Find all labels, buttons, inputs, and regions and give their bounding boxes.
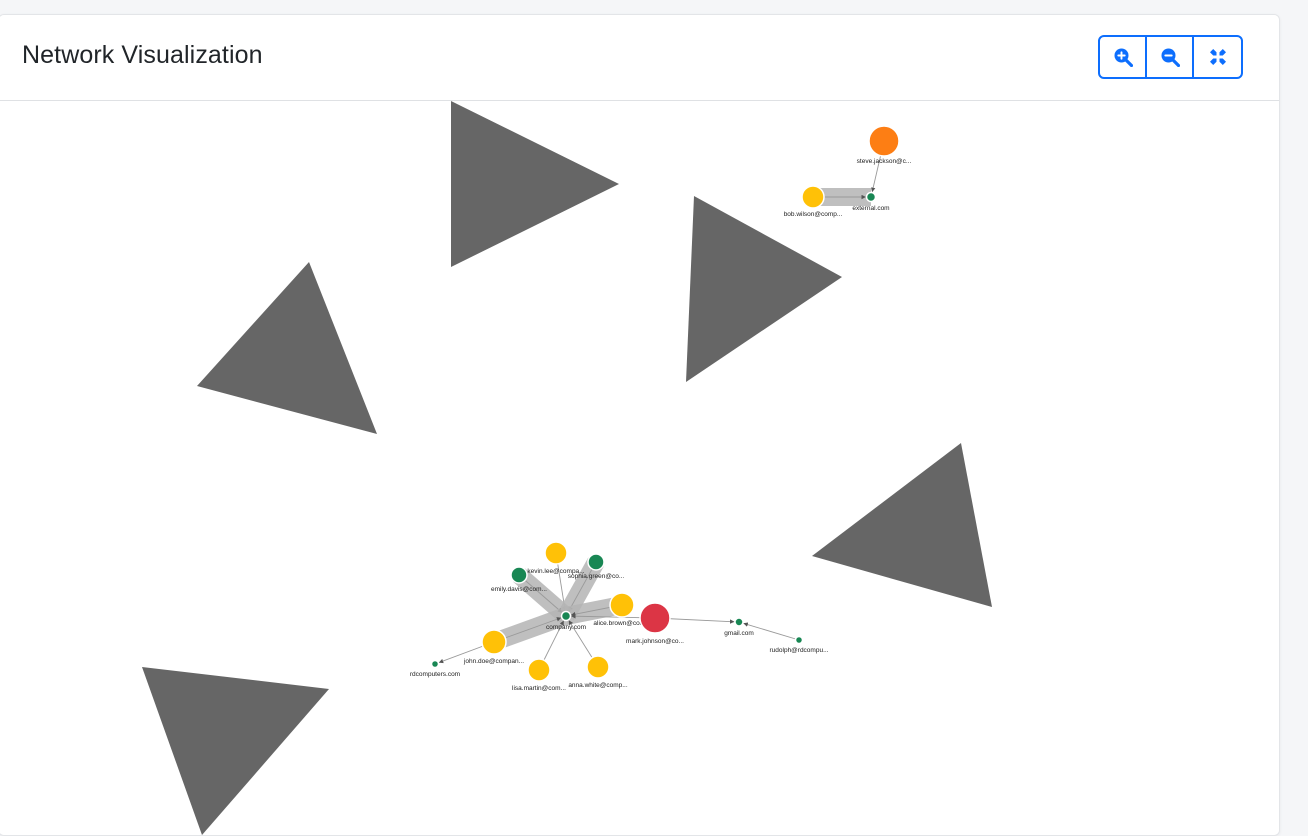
node-circle[interactable] bbox=[560, 610, 572, 622]
node-circle[interactable] bbox=[586, 655, 610, 679]
network-graph[interactable]: steve.jackson@c... bob.wilson@comp... exte… bbox=[0, 101, 1279, 835]
zoom-out-button[interactable] bbox=[1145, 35, 1194, 79]
graph-node-rudolph[interactable]: rudolph@rdcompu... bbox=[770, 635, 829, 655]
triangle-overlay-1 bbox=[451, 101, 619, 267]
node-circle[interactable] bbox=[868, 125, 900, 157]
node-label: rdcomputers.com bbox=[410, 671, 460, 678]
graph-node-kevin[interactable]: kevin.lee@compa... bbox=[527, 541, 585, 575]
node-circle[interactable] bbox=[639, 602, 671, 634]
zoom-controls bbox=[1098, 35, 1243, 79]
node-circle[interactable] bbox=[430, 659, 440, 669]
node-circle[interactable] bbox=[544, 541, 568, 565]
node-label: mark.johnson@co... bbox=[626, 638, 684, 645]
fit-to-view-button[interactable] bbox=[1192, 35, 1243, 79]
zoom-in-button[interactable] bbox=[1098, 35, 1147, 79]
graph-node-rdcomputers[interactable]: rdcomputers.com bbox=[410, 659, 460, 679]
node-circle[interactable] bbox=[794, 635, 804, 645]
node-label: company.com bbox=[546, 624, 586, 631]
triangle-overlay-4 bbox=[812, 443, 992, 607]
compress-icon bbox=[1208, 47, 1228, 67]
node-circle[interactable] bbox=[609, 592, 635, 618]
node-circle[interactable] bbox=[527, 658, 551, 682]
node-label: sophia.green@co... bbox=[568, 573, 625, 580]
node-circle[interactable] bbox=[801, 185, 825, 209]
node-label: john.doe@compan... bbox=[463, 658, 524, 665]
zoom-out-icon bbox=[1160, 47, 1180, 67]
graph-node-sophia[interactable]: sophia.green@co... bbox=[568, 553, 625, 580]
node-label: rudolph@rdcompu... bbox=[770, 647, 829, 654]
node-label: lisa.martin@com... bbox=[512, 685, 566, 692]
node-circle[interactable] bbox=[481, 629, 507, 655]
node-label: steve.jackson@c... bbox=[857, 158, 912, 165]
node-label: bob.wilson@comp... bbox=[784, 211, 843, 218]
page-title: Network Visualization bbox=[22, 41, 263, 69]
node-circle[interactable] bbox=[865, 191, 877, 203]
graph-node-anna[interactable]: anna.white@comp... bbox=[568, 655, 628, 689]
graph-node-gmail[interactable]: gmail.com bbox=[724, 617, 754, 637]
triangle-overlay-5 bbox=[142, 667, 329, 835]
triangle-overlay-2 bbox=[686, 196, 842, 382]
network-graph-canvas[interactable]: steve.jackson@c... bob.wilson@comp... exte… bbox=[0, 101, 1279, 835]
card-header: Network Visualization bbox=[0, 15, 1279, 101]
node-circle[interactable] bbox=[734, 617, 744, 627]
triangle-overlay-3 bbox=[197, 262, 377, 434]
node-label: gmail.com bbox=[724, 630, 754, 637]
network-visualization-card: Network Visualization steve.jackson@c...… bbox=[0, 14, 1280, 836]
zoom-in-icon bbox=[1113, 47, 1133, 67]
node-circle[interactable] bbox=[587, 553, 605, 571]
graph-node-steve[interactable]: steve.jackson@c... bbox=[857, 125, 912, 165]
node-label: anna.white@comp... bbox=[568, 682, 628, 689]
node-label: external.com bbox=[852, 205, 889, 212]
node-label: emily.davis@com... bbox=[491, 586, 547, 593]
node-circle[interactable] bbox=[510, 566, 528, 584]
